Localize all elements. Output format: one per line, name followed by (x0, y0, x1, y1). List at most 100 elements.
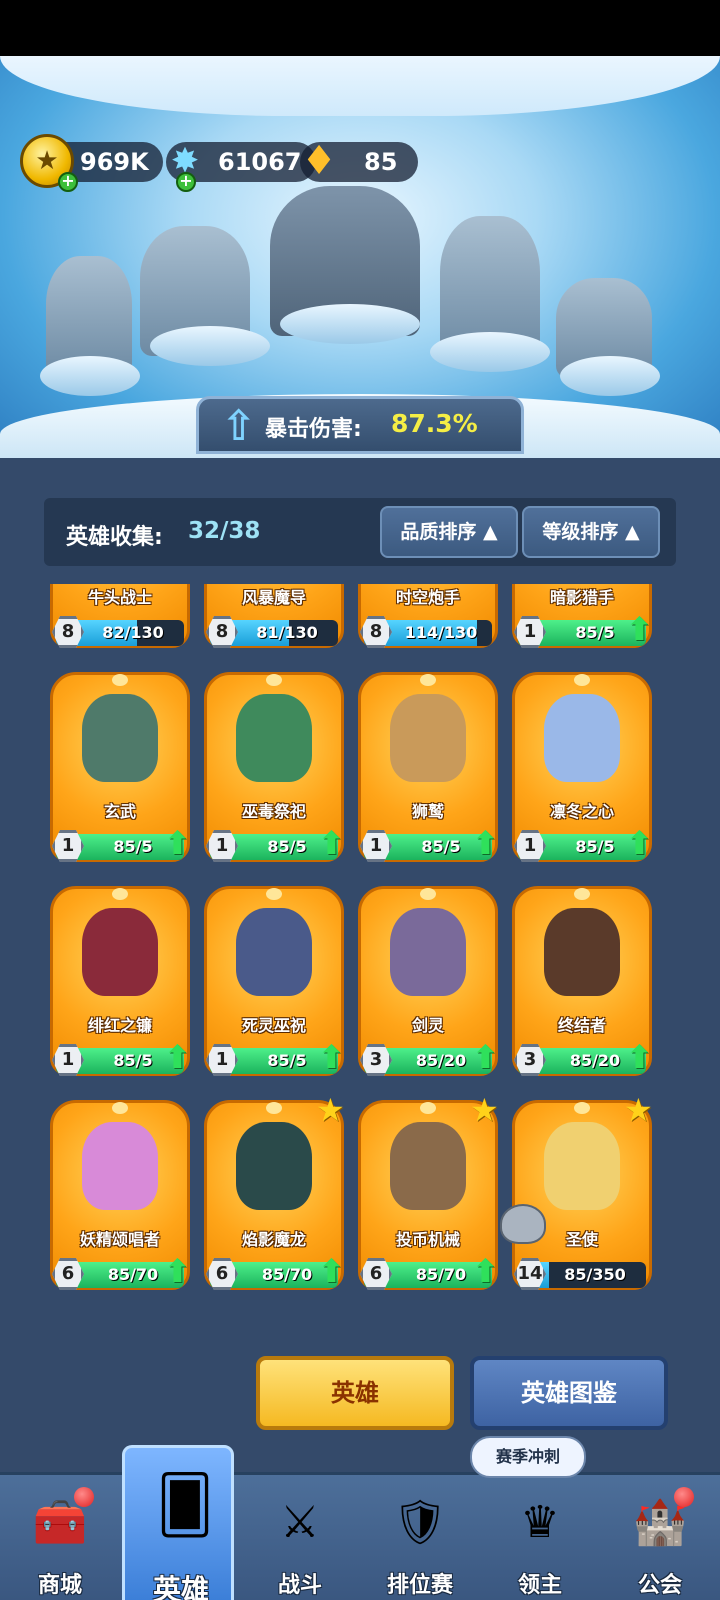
progress-text: 81/130 (256, 623, 318, 642)
hero-portrait (390, 1122, 466, 1210)
hero-portrait (82, 1122, 158, 1210)
snow-ceiling (0, 56, 720, 116)
gold-value: 969K (80, 148, 149, 176)
hero-card[interactable]: 妖精颂唱者 85/70 6 ⬆ (50, 1100, 191, 1298)
hero-name: 剑灵 (411, 1016, 444, 1035)
upgrade-arrow-icon: ⬆ (472, 1038, 499, 1076)
sort-level-button[interactable]: 等级排序 ▲ (522, 506, 660, 558)
hero-portrait (390, 694, 466, 782)
nav-item[interactable]: 🂠 英雄 (122, 1445, 234, 1600)
hero-name: 妖精颂唱者 (79, 1230, 160, 1249)
card-gem (266, 674, 282, 686)
hero-card[interactable]: 巫毒祭祀 85/5 1 ⬆ (204, 672, 345, 870)
nav-item[interactable]: 🏰 公会 (600, 1475, 720, 1600)
nav-item[interactable]: 🛡 排位赛 (360, 1475, 480, 1600)
upgrade-arrow-icon: ⬆ (318, 824, 345, 862)
hero-portrait (82, 694, 158, 782)
notification-dot (674, 1487, 694, 1507)
card-gem (574, 674, 590, 686)
hero-name: 终结者 (557, 1016, 606, 1035)
lord-banner-icon: ♛ (520, 1497, 560, 1548)
nav-label: 公会 (637, 1573, 682, 1598)
card-gem (420, 888, 436, 900)
progress-text: 114/130 (404, 623, 478, 642)
bottom-nav: 🧰 商城 🂠 英雄 ⚔ 战斗 🛡 排位赛 ♛ 领主 🏰 公会 (0, 1445, 720, 1600)
hero-name: 暗影猎手 (549, 588, 614, 607)
pedestal-5 (560, 356, 660, 396)
upgrade-arrow-icon: ⬆ (164, 1038, 191, 1076)
hero-name: 凛冬之心 (549, 802, 614, 821)
gold-gem-icon: ♦ (301, 138, 337, 184)
hero-name: 投币机械 (395, 1230, 460, 1249)
hero-portrait (544, 1122, 620, 1210)
progress-text: 82/130 (102, 623, 164, 642)
crossed-swords-icon: ⚔ (280, 1497, 320, 1548)
hero-card[interactable]: 暗影猎手 85/5 1 ⬆ (512, 584, 653, 656)
hero-card[interactable]: 狮鹫 85/5 1 ⬆ (358, 672, 499, 870)
upgrade-arrow-icon: ⬆ (472, 1252, 499, 1290)
pedestal-3 (280, 304, 420, 344)
hero-card[interactable]: 投币机械 85/70 6 ⬆ ★ (358, 1094, 499, 1298)
hero-portrait (236, 694, 312, 782)
star-icon: ★ (470, 1091, 499, 1129)
nav-item[interactable]: 🧰 商城 (0, 1475, 120, 1600)
crit-label: 暴击伤害: (265, 417, 362, 442)
collection-count: 32/38 (188, 518, 261, 544)
add-gold-icon[interactable]: + (58, 172, 78, 192)
hero-name: 狮鹫 (411, 802, 444, 821)
card-gem (112, 888, 128, 900)
hero-card[interactable]: 风暴魔导 81/130 8 (204, 584, 344, 656)
pedestal-1 (40, 356, 140, 396)
nav-label: 英雄 (152, 1573, 209, 1600)
nav-item[interactable]: ♛ 领主 (480, 1475, 600, 1600)
collection-header: 英雄收集: 32/38 品质排序 ▲ 等级排序 ▲ (44, 498, 676, 566)
hero-portrait (82, 908, 158, 996)
hero-portrait (390, 908, 466, 996)
hero-card[interactable]: 时空炮手 114/130 8 (358, 584, 498, 656)
hero-name: 绯红之镰 (87, 1016, 152, 1035)
status-bar (0, 0, 720, 56)
hero-card[interactable]: 终结者 85/20 3 ⬆ (512, 886, 653, 1084)
up-arrow-icon: ⇧ (221, 401, 257, 450)
hero-card[interactable]: 死灵巫祝 85/5 1 ⬆ (204, 886, 345, 1084)
nav-label: 领主 (517, 1573, 562, 1598)
card-gem (574, 1102, 590, 1114)
hero-card[interactable]: 圣使 85/350 14 ★ (500, 1094, 653, 1298)
notification-dot (74, 1487, 94, 1507)
hero-name: 玄武 (103, 802, 136, 821)
crystal-value: 61067 (218, 148, 302, 176)
hero-card[interactable]: 玄武 85/5 1 ⬆ (50, 672, 191, 870)
sort-quality-button[interactable]: 品质排序 ▲ (380, 506, 518, 558)
card-gem (266, 888, 282, 900)
nav-item[interactable]: ⚔ 战斗 (240, 1475, 360, 1600)
hero-codex-button[interactable]: 英雄图鉴 (470, 1356, 668, 1430)
add-crystal-icon[interactable]: + (176, 172, 196, 192)
hero-portrait (236, 908, 312, 996)
hero-name: 死灵巫祝 (241, 1016, 306, 1035)
upgrade-arrow-icon: ⬆ (626, 610, 653, 648)
upgrade-arrow-icon: ⬆ (626, 824, 653, 862)
card-gem (574, 888, 590, 900)
hero-card[interactable]: 剑灵 85/20 3 ⬆ (358, 886, 499, 1084)
crit-damage-plate[interactable]: ⇧ 暴击伤害: 87.3% (196, 396, 524, 454)
card-gem (266, 1102, 282, 1114)
hero-name: 时空炮手 (395, 588, 460, 607)
star-icon: ★ (624, 1091, 653, 1129)
hero-portrait (544, 908, 620, 996)
progress-text: 85/350 (564, 1265, 626, 1284)
event-bubble[interactable]: 赛季冲刺 (470, 1436, 586, 1478)
upgrade-arrow-icon: ⬆ (164, 824, 191, 862)
hero-card[interactable]: 焰影魔龙 85/70 6 ⬆ ★ (204, 1094, 345, 1298)
gold-counter[interactable]: ★ + 969K (20, 134, 163, 192)
nav-label: 排位赛 (386, 1573, 453, 1598)
hero-card[interactable]: 牛头战士 82/130 8 (50, 584, 190, 656)
pedestal-4 (430, 332, 550, 372)
upgrade-arrow-icon: ⬆ (472, 824, 499, 862)
hero-card[interactable]: 凛冬之心 85/5 1 ⬆ (512, 672, 653, 870)
hero-card[interactable]: 绯红之镰 85/5 1 ⬆ (50, 886, 191, 1084)
gem-counter: ♦ 85 (300, 141, 418, 182)
hero-grid[interactable]: 牛头战士 82/130 8 风暴魔导 81/130 8 时空炮手 114/130 8 暗影猎手 85… (44, 584, 676, 1314)
star-icon: ★ (316, 1091, 345, 1129)
heroes-button[interactable]: 英雄 (256, 1356, 454, 1430)
gem-value: 85 (364, 148, 398, 176)
